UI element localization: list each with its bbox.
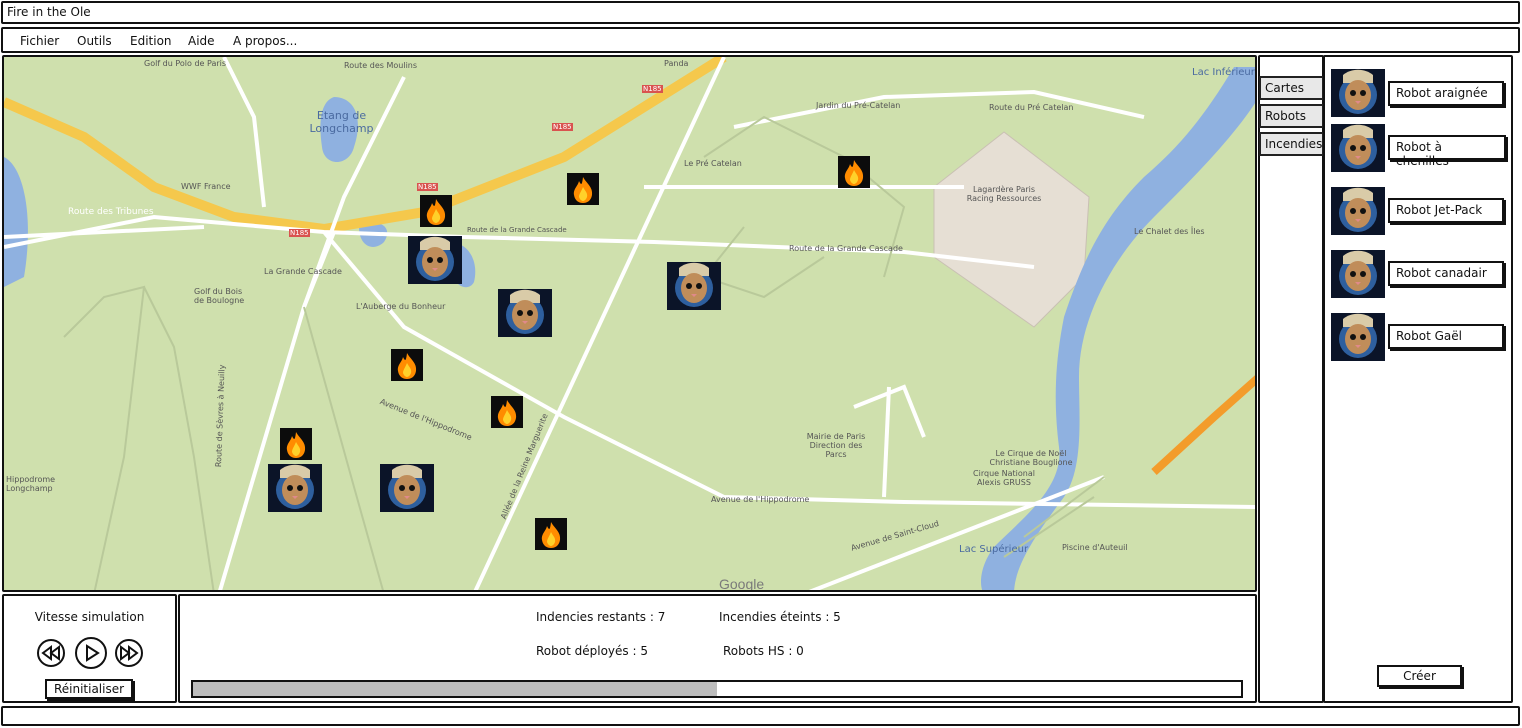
robot-araignee-button[interactable]: Robot araignée bbox=[1388, 81, 1504, 106]
map-background: Google bbox=[4, 57, 1255, 592]
fire-icon[interactable] bbox=[838, 156, 870, 188]
robots-deployed: Robot déployés : 5 bbox=[536, 644, 648, 658]
menu-bar: Fichier Outils Edition Aide A propos... bbox=[1, 27, 1520, 53]
cat-robot-icon bbox=[1331, 69, 1385, 117]
map-label: Mairie de Paris Direction des Parcs bbox=[806, 432, 866, 459]
map-label: Jardin du Pré-Catelan bbox=[816, 101, 901, 110]
fire-icon[interactable] bbox=[280, 428, 312, 460]
fire-icon[interactable] bbox=[391, 349, 423, 381]
map-label: N185 bbox=[642, 85, 663, 93]
map-label: Lagardère Paris Racing Ressources bbox=[966, 185, 1042, 203]
speed-label: Vitesse simulation bbox=[34, 610, 145, 624]
cat-robot-icon[interactable] bbox=[380, 464, 434, 512]
window-title: Fire in the Ole bbox=[1, 1, 1520, 24]
map-label: La Grande Cascade bbox=[264, 267, 342, 276]
map-label: Le Cirque de Noël Christiane Bouglione bbox=[989, 449, 1073, 467]
map-label: Route des Tribunes bbox=[68, 207, 154, 217]
cat-robot-icon bbox=[1331, 313, 1385, 361]
map-label: Lac Supérieur bbox=[959, 544, 1029, 555]
fire-icon[interactable] bbox=[420, 195, 452, 227]
map-label: Route de la Grande Cascade bbox=[467, 226, 567, 234]
rewind-icon[interactable] bbox=[37, 639, 65, 667]
map-label: Lac Inférieur bbox=[1192, 67, 1255, 78]
robot-gael-button[interactable]: Robot Gaël bbox=[1388, 324, 1504, 349]
map-label: Le Chalet des Îles bbox=[1134, 227, 1205, 236]
map-label: Golf du Polo de Paris bbox=[144, 59, 227, 68]
menu-outils[interactable]: Outils bbox=[77, 34, 112, 48]
cat-robot-icon bbox=[1331, 250, 1385, 298]
cat-robot-icon bbox=[1331, 124, 1385, 172]
map-label: Route des Moulins bbox=[344, 61, 418, 70]
cat-robot-icon[interactable] bbox=[268, 464, 322, 512]
map-label: Cirque National Alexis GRUSS bbox=[973, 469, 1035, 487]
map-label: WWF France bbox=[181, 182, 231, 191]
menu-a-propos[interactable]: A propos... bbox=[233, 34, 297, 48]
cat-robot-icon[interactable] bbox=[408, 236, 462, 284]
map-label: N185 bbox=[289, 229, 310, 237]
progress-fill bbox=[193, 682, 717, 696]
simulation-progress-bar bbox=[191, 680, 1243, 698]
map-label: Etang de Longchamp bbox=[309, 109, 374, 135]
map-label: N185 bbox=[417, 183, 438, 191]
map-label: Hippodrome Longchamp bbox=[6, 475, 56, 493]
map-label: Le Pré Catelan bbox=[684, 159, 742, 168]
fire-icon[interactable] bbox=[567, 173, 599, 205]
robot-chenilles-button[interactable]: Robot à chenilles bbox=[1388, 135, 1506, 168]
map-label: Route du Pré Catelan bbox=[989, 103, 1074, 112]
fires-remaining: Indencies restants : 7 bbox=[536, 610, 666, 624]
tab-cartes[interactable]: Cartes bbox=[1259, 76, 1324, 100]
map-label: Piscine d'Auteuil bbox=[1062, 543, 1128, 552]
fire-icon[interactable] bbox=[535, 518, 567, 550]
play-icon[interactable] bbox=[75, 637, 107, 669]
map-label: Route de la Grande Cascade bbox=[789, 244, 903, 253]
status-bar bbox=[1, 706, 1520, 726]
cat-robot-icon[interactable] bbox=[667, 262, 721, 310]
fire-icon[interactable] bbox=[491, 396, 523, 428]
tab-incendies[interactable]: Incendies bbox=[1259, 132, 1324, 156]
map-view[interactable]: Google Golf du Polo de Paris Route des M… bbox=[2, 55, 1257, 592]
map-label: Panda bbox=[664, 59, 689, 68]
fires-extinguished: Incendies éteints : 5 bbox=[719, 610, 841, 624]
robots-broken: Robots HS : 0 bbox=[723, 644, 804, 658]
cat-robot-icon[interactable] bbox=[498, 289, 552, 337]
robot-jetpack-button[interactable]: Robot Jet-Pack bbox=[1388, 198, 1504, 223]
menu-aide[interactable]: Aide bbox=[188, 34, 215, 48]
menu-fichier[interactable]: Fichier bbox=[20, 34, 59, 48]
google-logo: Google bbox=[719, 576, 764, 592]
fast-forward-icon[interactable] bbox=[115, 639, 143, 667]
create-button[interactable]: Créer bbox=[1377, 665, 1462, 687]
cat-robot-icon bbox=[1331, 187, 1385, 235]
map-label: N185 bbox=[552, 123, 573, 131]
map-label: L'Auberge du Bonheur bbox=[356, 302, 446, 311]
robot-canadair-button[interactable]: Robot canadair bbox=[1388, 261, 1504, 286]
reset-button[interactable]: Réinitialiser bbox=[45, 679, 133, 699]
menu-edition[interactable]: Edition bbox=[130, 34, 172, 48]
map-label: Golf du Bois de Boulogne bbox=[194, 287, 245, 305]
tab-robots[interactable]: Robots bbox=[1259, 104, 1324, 128]
map-label: Avenue de l'Hippodrome bbox=[711, 495, 810, 504]
